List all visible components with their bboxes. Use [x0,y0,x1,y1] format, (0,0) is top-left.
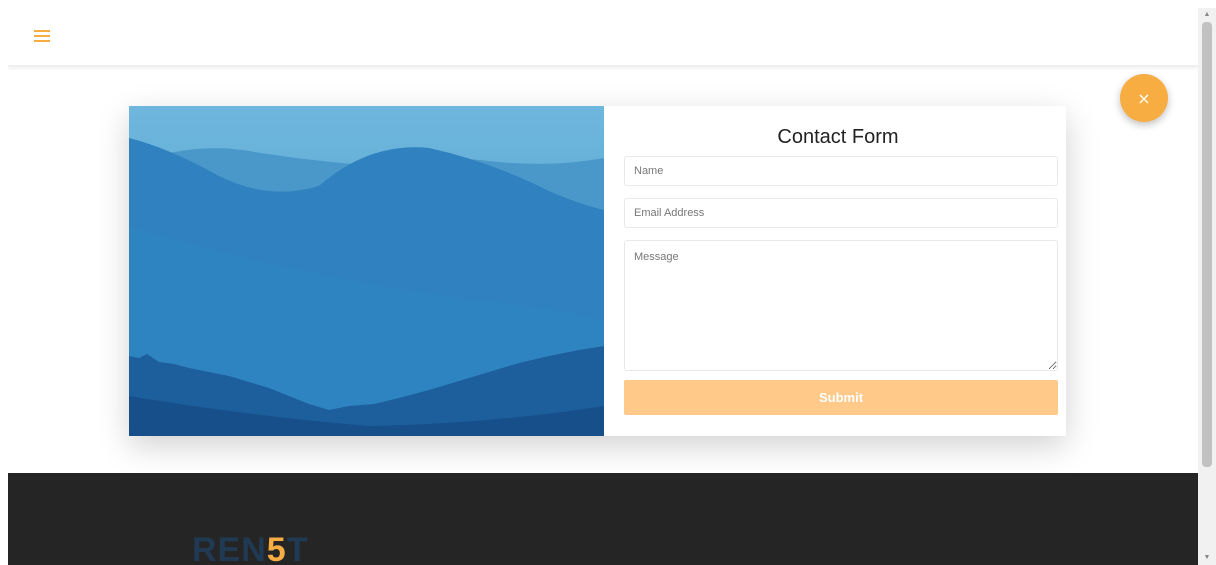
logo-text-part: REN [192,531,267,565]
submit-button[interactable]: Submit [624,380,1058,415]
floating-close-button[interactable]: × [1120,74,1168,122]
scroll-up-arrow-icon[interactable]: ▲ [1198,8,1216,22]
contact-card: Contact Form Submit [129,106,1066,436]
vertical-scrollbar[interactable]: ▲ ▼ [1198,8,1216,565]
top-nav-bar [8,8,1198,66]
contact-form: Contact Form Submit [604,106,1066,436]
form-title: Contact Form [777,126,899,148]
scroll-thumb[interactable] [1202,22,1212,467]
name-input[interactable] [624,156,1058,186]
scroll-down-arrow-icon[interactable]: ▼ [1198,551,1216,565]
footer: REN5T [8,473,1198,565]
logo-accent-part: 5 [266,531,287,565]
footer-logo: REN5T [192,533,309,565]
mountain-landscape-image [129,106,604,436]
email-input[interactable] [624,198,1058,228]
message-textarea[interactable] [624,240,1058,371]
page: × Contact Form Submit REN [8,8,1198,565]
logo-text-part: T [286,531,309,565]
hamburger-menu-icon[interactable] [32,27,54,45]
close-icon: × [1137,88,1151,108]
